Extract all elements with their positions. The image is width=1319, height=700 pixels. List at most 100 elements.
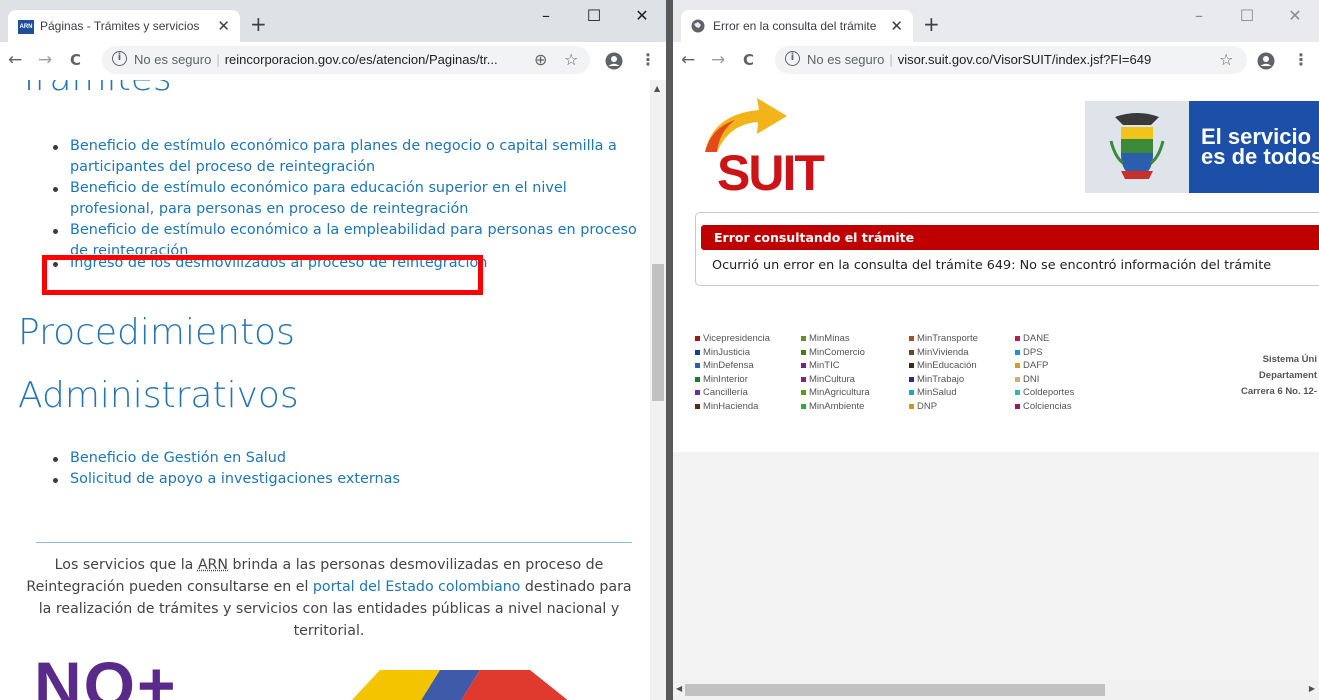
- tramite-link-2[interactable]: Beneficio de estímulo económico para edu…: [52, 178, 642, 220]
- entity-link[interactable]: DPS: [1015, 346, 1074, 360]
- tab-title: Error en la consulta del trámite: [713, 19, 877, 33]
- tramite-link-1[interactable]: Beneficio de estímulo económico para pla…: [52, 136, 642, 178]
- tab-close-icon[interactable]: ✕: [890, 17, 903, 35]
- close-window-button[interactable]: ✕: [1271, 0, 1319, 34]
- entity-name: MinTIC: [809, 360, 840, 372]
- procedimientos-heading: Procedimientos: [18, 312, 295, 353]
- entity-link[interactable]: MinTrabajo: [909, 373, 978, 387]
- tab-error-consulta[interactable]: Error en la consulta del trámite ✕: [681, 10, 913, 42]
- entity-link[interactable]: DNP: [909, 400, 978, 414]
- entity-column: DANE DPS DAFP DNI Coldeportes Colciencias: [1015, 332, 1074, 414]
- info-icon[interactable]: i: [785, 51, 800, 66]
- entity-color-square: [909, 363, 914, 369]
- tab-close-icon[interactable]: ✕: [217, 17, 230, 35]
- menu-icon[interactable]: ⋮: [1293, 50, 1309, 70]
- entity-link[interactable]: MinAgricultura: [801, 386, 870, 400]
- forward-button[interactable]: →: [38, 50, 52, 70]
- scroll-up-icon[interactable]: ▲: [654, 84, 660, 93]
- entity-link[interactable]: Coldeportes: [1015, 386, 1074, 400]
- arn-abbreviation: ARN: [197, 557, 229, 573]
- maximize-button[interactable]: ☐: [570, 0, 618, 34]
- browser-toolbar: ← → C i No es seguro | reincorporacion.gov…: [0, 42, 666, 80]
- entity-color-square: [909, 390, 914, 396]
- back-button[interactable]: ←: [8, 50, 22, 70]
- entity-color-square: [909, 376, 914, 382]
- vertical-scrollbar[interactable]: ▲: [650, 80, 666, 700]
- url-text: reincorporacion.gov.co/es/atencion/Pagin…: [224, 52, 498, 67]
- entity-link[interactable]: MinSalud: [909, 386, 978, 400]
- entity-color-square: [801, 376, 806, 382]
- bookmark-star-icon[interactable]: ☆: [564, 50, 578, 70]
- scroll-left-icon[interactable]: ◀: [676, 684, 682, 693]
- entity-link[interactable]: Vicepresidencia: [695, 332, 770, 346]
- entity-link[interactable]: DANE: [1015, 332, 1074, 346]
- scrollbar-thumb[interactable]: [685, 684, 1105, 696]
- new-tab-button[interactable]: +: [250, 14, 267, 34]
- entity-link[interactable]: DNI: [1015, 373, 1074, 387]
- entity-color-square: [801, 403, 806, 409]
- entity-color-square: [801, 336, 806, 341]
- entity-link[interactable]: MinHacienda: [695, 400, 770, 414]
- gov-slogan-line2: es de todos: [1201, 144, 1319, 169]
- tramite-link-3[interactable]: Beneficio de estímulo económico a la emp…: [52, 220, 642, 254]
- entity-link[interactable]: DAFP: [1015, 359, 1074, 373]
- footer-line-3: Carrera 6 No. 12-: [1240, 386, 1317, 397]
- entity-link[interactable]: MinDefensa: [695, 359, 770, 373]
- close-window-button[interactable]: ✕: [618, 0, 666, 34]
- entity-name: MinDefensa: [703, 360, 754, 372]
- entity-name: Coldeportes: [1023, 387, 1075, 399]
- red-highlight-box: [42, 255, 483, 295]
- entity-link[interactable]: MinVivienda: [909, 346, 978, 360]
- back-button[interactable]: ←: [681, 50, 695, 70]
- entity-link[interactable]: Cancillería: [695, 386, 770, 400]
- info-icon[interactable]: i: [112, 51, 127, 66]
- entity-name: MinAmbiente: [809, 400, 865, 412]
- scrollbar-thumb[interactable]: [652, 264, 664, 401]
- entity-link[interactable]: MinJusticia: [695, 346, 770, 360]
- entity-color-square: [801, 349, 806, 355]
- entity-link[interactable]: MinTIC: [801, 359, 870, 373]
- menu-icon[interactable]: ⋮: [640, 50, 656, 70]
- tab-title: Páginas - Trámites y servicios: [40, 19, 200, 33]
- bookmark-star-icon[interactable]: ☆: [1219, 50, 1233, 70]
- new-tab-button[interactable]: +: [923, 14, 940, 34]
- entity-color-square: [695, 390, 700, 396]
- footer-background: [673, 452, 1319, 680]
- entity-color-square: [909, 349, 914, 355]
- entity-link[interactable]: MinInterior: [695, 373, 770, 387]
- forward-button[interactable]: →: [711, 50, 725, 70]
- maximize-button[interactable]: ☐: [1223, 0, 1271, 34]
- address-bar[interactable]: i No es seguro | reincorporacion.gov.co/es…: [102, 46, 590, 74]
- procedimiento-link-1[interactable]: Beneficio de Gestión en Salud: [52, 448, 642, 469]
- reload-button[interactable]: C: [743, 50, 754, 70]
- profile-avatar-icon[interactable]: [1257, 52, 1275, 70]
- minimize-button[interactable]: –: [522, 0, 570, 34]
- entity-link[interactable]: MinEducación: [909, 359, 978, 373]
- address-bar[interactable]: i No es seguro | visor.suit.gov.co/VisorSU…: [775, 46, 1247, 74]
- entity-link[interactable]: MinAmbiente: [801, 400, 870, 414]
- tramites-heading: Trámites: [18, 80, 172, 99]
- entity-link[interactable]: MinMinas: [801, 332, 870, 346]
- minimize-button[interactable]: –: [1175, 0, 1223, 34]
- reload-button[interactable]: C: [70, 50, 81, 70]
- error-title: Error consultando el trámite: [701, 225, 1319, 250]
- left-browser-window: ARN Páginas - Trámites y servicios ✕ + –…: [0, 0, 666, 700]
- portal-estado-link[interactable]: portal del Estado colombiano: [313, 579, 520, 595]
- entity-link[interactable]: Colciencias: [1015, 400, 1074, 414]
- tab-tramites-servicios[interactable]: ARN Páginas - Trámites y servicios ✕: [8, 10, 240, 42]
- entity-name: MinCultura: [809, 373, 855, 385]
- entity-name: DANE: [1023, 333, 1050, 344]
- entity-name: Cancillería: [703, 387, 748, 399]
- procedimiento-link-2[interactable]: Solicitud de apoyo a investigaciones ext…: [52, 469, 642, 490]
- entity-link[interactable]: MinCultura: [801, 373, 870, 387]
- entity-link[interactable]: MinComercio: [801, 346, 870, 360]
- horizontal-scrollbar[interactable]: ◀ ▶: [673, 680, 1319, 700]
- tramites-list: Beneficio de estímulo económico para pla…: [52, 136, 642, 274]
- entity-name: MinVivienda: [917, 346, 969, 358]
- globe-icon: [691, 19, 705, 33]
- entity-name: MinSalud: [917, 387, 957, 399]
- entity-link[interactable]: MinTransporte: [909, 332, 978, 346]
- scroll-right-icon[interactable]: ▶: [1309, 684, 1315, 693]
- profile-avatar-icon[interactable]: [605, 52, 623, 70]
- zoom-icon[interactable]: ⊕: [534, 50, 547, 70]
